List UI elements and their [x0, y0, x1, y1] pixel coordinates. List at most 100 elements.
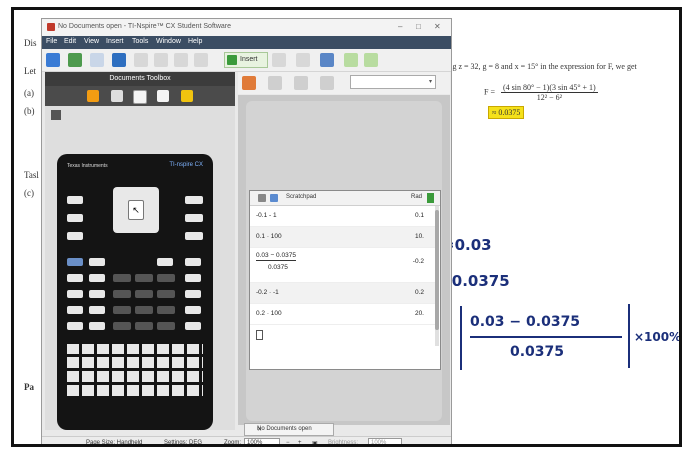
menu-insert[interactable]: Insert — [106, 38, 124, 45]
tools-tab-icon[interactable] — [87, 90, 99, 102]
fill-color-icon[interactable] — [268, 76, 282, 90]
calc-alpha-gap-4 — [67, 396, 203, 404]
menu-view[interactable]: View — [84, 38, 99, 45]
calc-key[interactable] — [67, 274, 83, 282]
calc-key[interactable] — [89, 306, 105, 314]
calc-key-8[interactable] — [135, 274, 153, 282]
content-explorer-tab-icon[interactable] — [181, 90, 193, 102]
maximize-button[interactable]: □ — [416, 22, 421, 31]
copy-icon[interactable] — [154, 53, 168, 67]
calc-key-times[interactable] — [185, 274, 201, 282]
calc-key-ctrl[interactable] — [67, 232, 83, 240]
forward-arrow-icon[interactable] — [364, 53, 378, 67]
calc-key-0[interactable] — [113, 322, 131, 330]
close-button[interactable]: ✕ — [434, 22, 441, 31]
calc-key-plus[interactable] — [185, 306, 201, 314]
calc-alpha-keys[interactable] — [67, 344, 203, 404]
menu-file[interactable]: File — [46, 38, 57, 45]
zoom-out-icon[interactable]: − — [286, 440, 290, 444]
page-sorter-tab-icon[interactable] — [111, 90, 123, 102]
graph-tab-icon[interactable] — [270, 194, 278, 202]
entry-cursor[interactable] — [256, 330, 263, 340]
cut-icon[interactable] — [134, 53, 148, 67]
insert-button[interactable]: Insert — [224, 52, 268, 68]
secondary-toolbar: ▾ — [238, 72, 450, 94]
calc-key-1[interactable] — [113, 306, 131, 314]
save-icon[interactable] — [90, 53, 104, 67]
calc-key[interactable] — [89, 322, 105, 330]
text-color-icon[interactable] — [320, 76, 334, 90]
calc-key-dot[interactable] — [135, 322, 153, 330]
calc-key-7[interactable] — [113, 274, 131, 282]
calc-key-shift[interactable] — [67, 258, 83, 266]
history-row[interactable]: 0.2 · 100 20. — [250, 304, 436, 325]
settings-status[interactable]: Settings: DEG — [164, 440, 202, 444]
scrollbar-thumb[interactable] — [435, 210, 439, 330]
undo-icon[interactable] — [194, 53, 208, 67]
page-size-status[interactable]: Page Size: Handheld — [86, 440, 142, 444]
calc-key-9[interactable] — [157, 274, 175, 282]
calc-key-clear[interactable] — [89, 258, 105, 266]
history-result: 10. — [414, 233, 424, 240]
zoom-select[interactable]: 100% — [244, 438, 280, 444]
calc-key-6[interactable] — [157, 290, 175, 298]
menu-edit[interactable]: Edit — [64, 38, 76, 45]
insert-page-icon[interactable] — [272, 53, 286, 67]
paste-icon[interactable] — [174, 53, 188, 67]
calc-key-3[interactable] — [157, 306, 175, 314]
minimize-button[interactable]: – — [398, 22, 402, 31]
history-row[interactable]: 0.1 · 100 10. — [250, 227, 436, 248]
open-folder-icon[interactable] — [68, 53, 82, 67]
line-color-icon[interactable] — [294, 76, 308, 90]
zoom-label: Zoom: — [224, 440, 242, 446]
calc-key[interactable] — [67, 322, 83, 330]
calc-key-var[interactable] — [185, 258, 201, 266]
formula-fraction: (4 sin 80° − 1)(3 sin 45° + 1) 12² − 6² — [500, 83, 598, 102]
calc-key-5[interactable] — [135, 290, 153, 298]
calc-key-2[interactable] — [135, 306, 153, 314]
fit-screen-icon[interactable]: ▣ — [312, 440, 318, 444]
calculate-tab-icon[interactable] — [258, 194, 266, 202]
style-dropdown[interactable]: ▾ — [350, 75, 436, 89]
brightness-select[interactable]: 100% — [368, 438, 402, 444]
calc-key-tab[interactable] — [67, 214, 83, 222]
calc-key-minus[interactable] — [185, 290, 201, 298]
document-tab[interactable]: No Documents open ✕ — [244, 423, 334, 436]
calc-key[interactable] — [89, 290, 105, 298]
calc-alpha-gap-2 — [67, 368, 203, 371]
calc-key[interactable] — [67, 306, 83, 314]
history-row[interactable]: -0.2 · -1 0.2 — [250, 283, 436, 304]
zoom-in-icon[interactable]: + — [298, 440, 302, 444]
back-arrow-icon[interactable] — [344, 53, 358, 67]
calc-key[interactable] — [67, 290, 83, 298]
document-tab-close-icon[interactable]: ✕ — [257, 426, 329, 433]
history-expression: -0.1 - 1 — [256, 212, 277, 219]
menu-help[interactable]: Help — [188, 38, 202, 45]
doc-label-dis: Dis — [24, 38, 37, 48]
history-row[interactable]: -0.1 - 1 0.1 — [250, 206, 436, 227]
emulator-menu-icon[interactable] — [51, 110, 61, 120]
calc-key[interactable] — [89, 274, 105, 282]
calc-key-4[interactable] — [113, 290, 131, 298]
connect-icon[interactable] — [112, 53, 126, 67]
calc-key-neg[interactable] — [157, 322, 175, 330]
calc-key-doc[interactable] — [185, 214, 203, 222]
new-document-icon[interactable] — [46, 53, 60, 67]
calc-key-on[interactable] — [185, 196, 203, 204]
calc-key-enter[interactable] — [185, 322, 201, 330]
utilities-tab-icon[interactable] — [157, 90, 169, 102]
calc-key-menu[interactable] — [185, 232, 203, 240]
touchpad[interactable]: ↖ — [113, 187, 159, 233]
tools-icon[interactable] — [242, 76, 256, 90]
calc-key-del[interactable] — [157, 258, 173, 266]
emulator-tab-icon[interactable] — [133, 90, 147, 104]
scratchpad-scrollbar[interactable] — [435, 206, 439, 346]
menu-window[interactable]: Window — [156, 38, 181, 45]
screen-icon[interactable] — [320, 53, 334, 67]
menu-tools[interactable]: Tools — [132, 38, 148, 45]
entry-line[interactable] — [250, 325, 436, 345]
layout-icon[interactable] — [296, 53, 310, 67]
history-result: 0.2 — [414, 289, 424, 296]
calc-key-esc[interactable] — [67, 196, 83, 204]
history-row[interactable]: 0.03 − 0.0375 0.0375 -0.2 — [250, 248, 436, 283]
